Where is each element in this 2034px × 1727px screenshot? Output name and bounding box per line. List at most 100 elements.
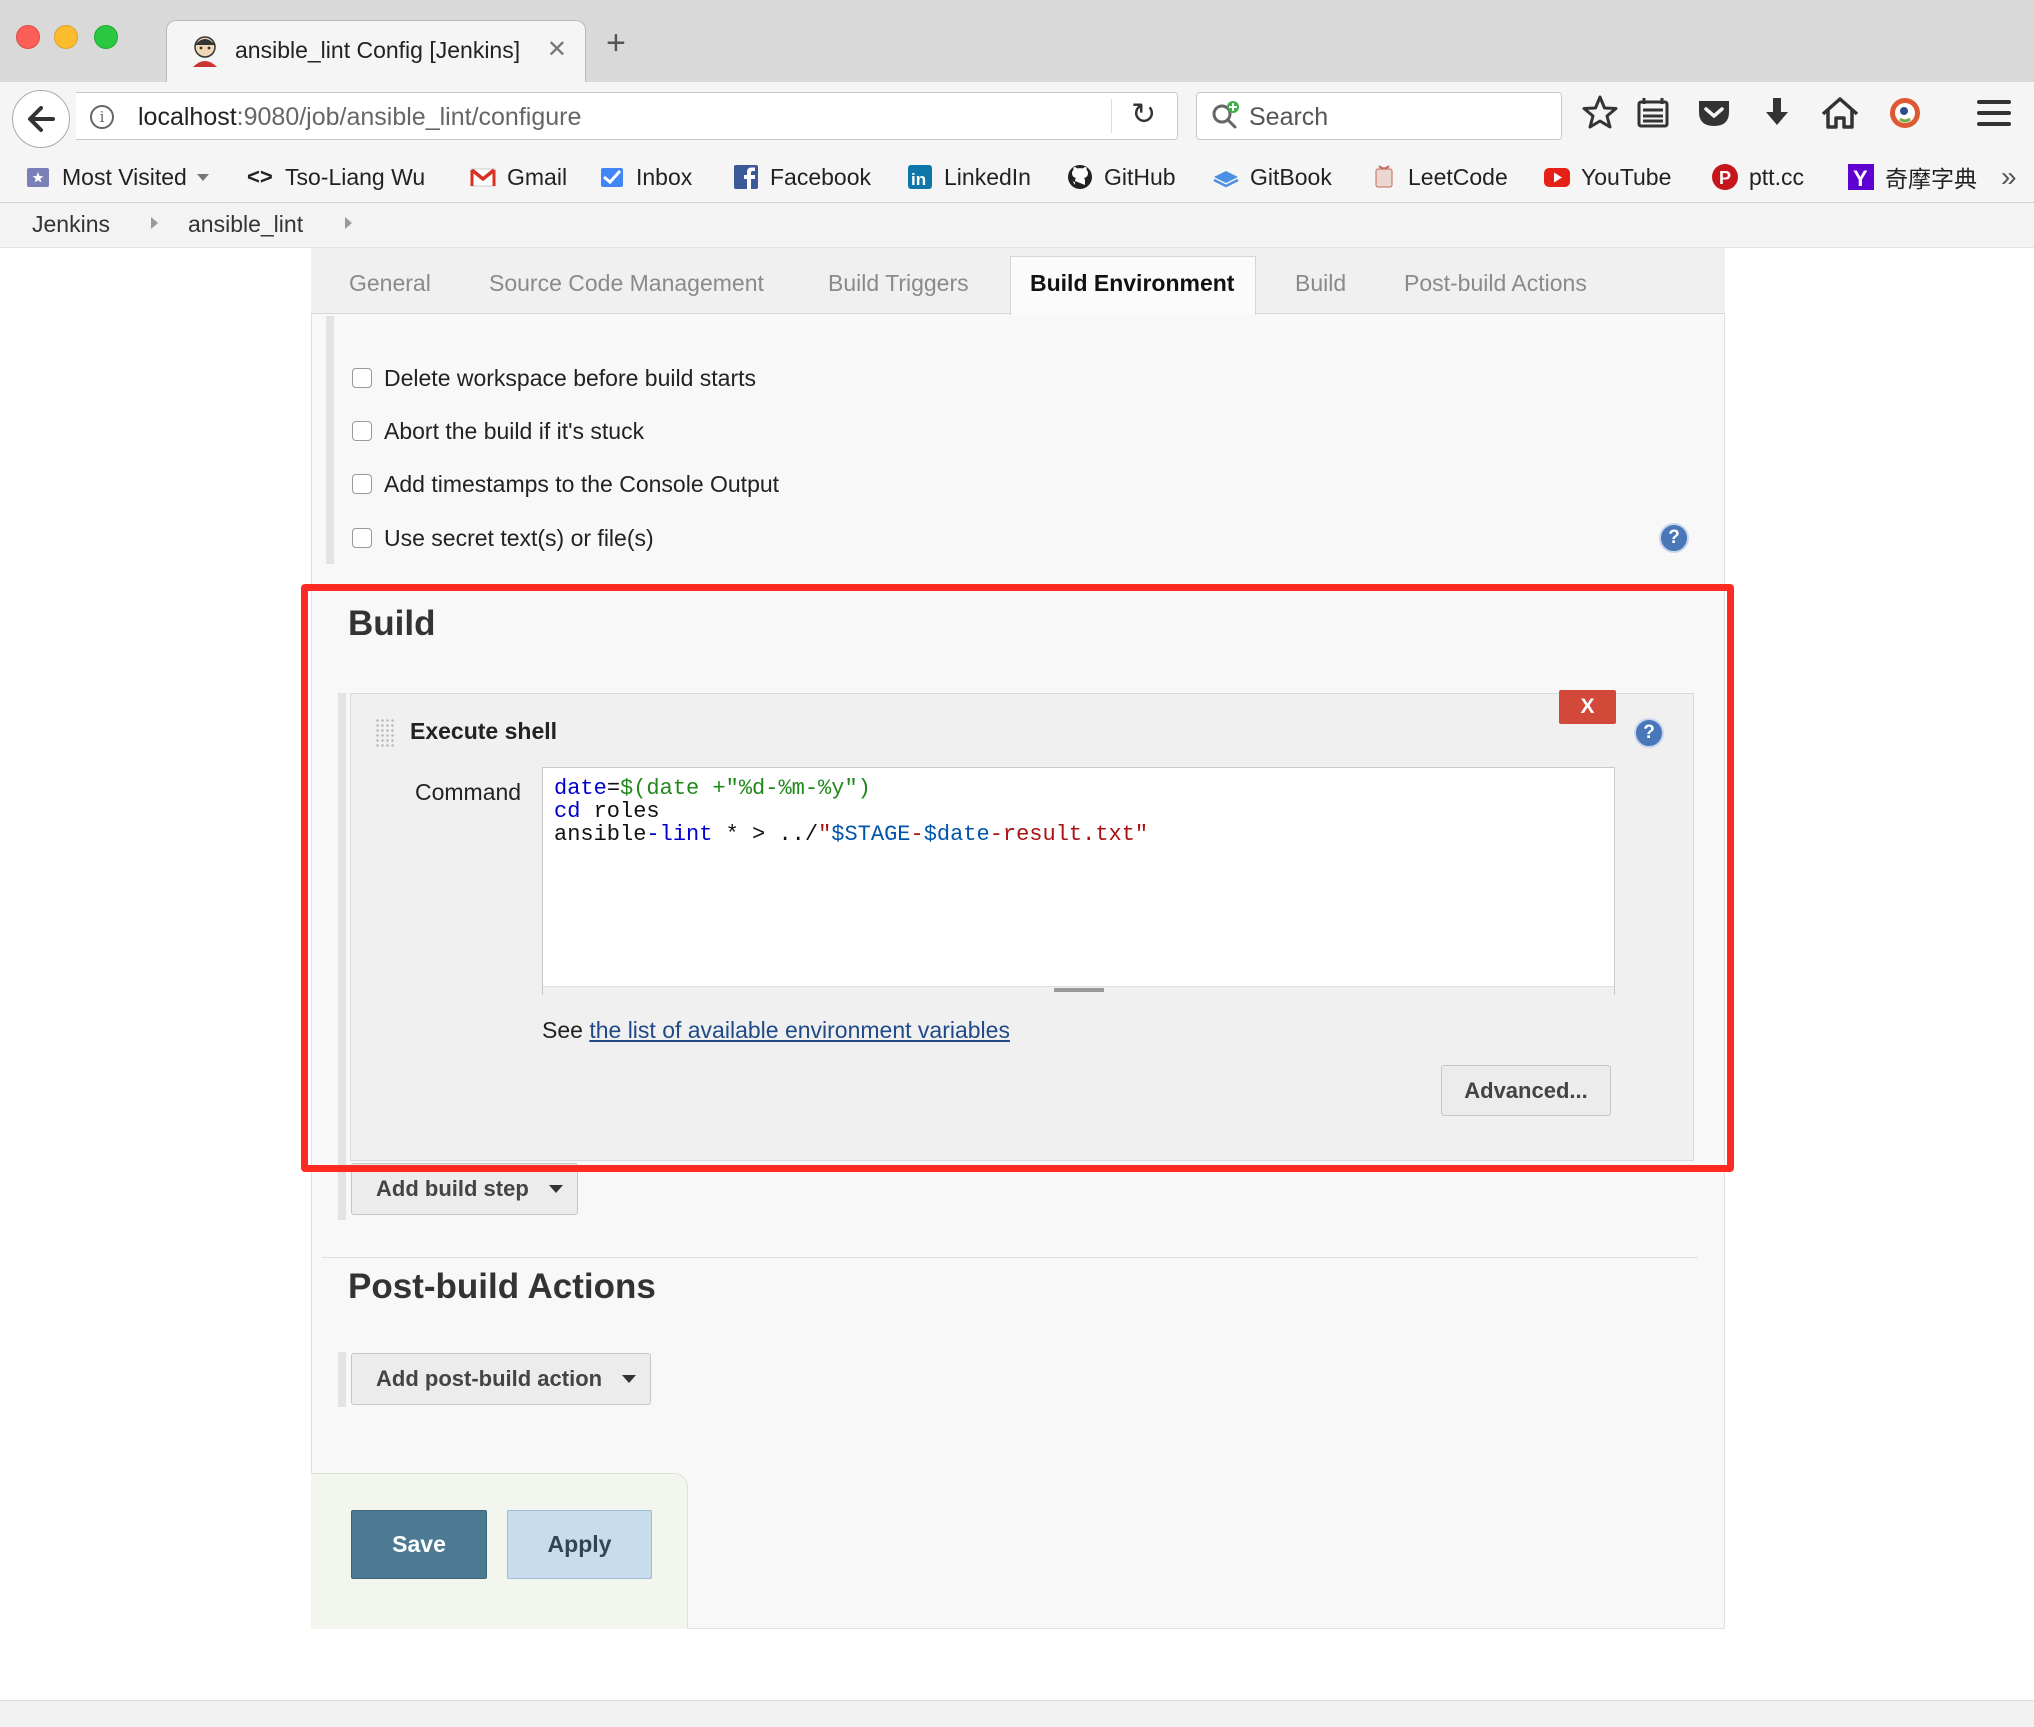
- close-window-button[interactable]: [16, 25, 40, 49]
- reading-list-icon[interactable]: [1630, 90, 1676, 136]
- add-build-step-label: Add build step: [376, 1176, 529, 1201]
- gmail-icon: [470, 168, 496, 187]
- option-delete-workspace[interactable]: Delete workspace before build starts: [352, 363, 756, 393]
- bookmark-ptt[interactable]: P ptt.cc: [1711, 160, 1804, 194]
- zoom-window-button[interactable]: [94, 25, 118, 49]
- chevron-down-icon: [622, 1375, 637, 1383]
- bookmark-gitbook[interactable]: GitBook: [1212, 160, 1332, 194]
- breadcrumb-arrow-icon[interactable]: [151, 217, 158, 229]
- option-abort-stuck[interactable]: Abort the build if it's stuck: [352, 416, 644, 446]
- facebook-icon: [734, 165, 758, 190]
- bookmark-label: LinkedIn: [944, 163, 1031, 190]
- site-info-icon[interactable]: i: [90, 105, 114, 129]
- youtube-icon: [1544, 168, 1570, 187]
- home-icon[interactable]: [1817, 90, 1863, 136]
- svg-text:in: in: [911, 170, 926, 189]
- window-titlebar: ansible_lint Config [Jenkins] ✕ +: [0, 0, 2034, 83]
- checkbox[interactable]: [352, 368, 372, 388]
- bookmark-github[interactable]: GitHub: [1066, 160, 1176, 194]
- option-add-timestamps[interactable]: Add timestamps to the Console Output: [352, 469, 779, 499]
- bookmark-inbox[interactable]: Inbox: [598, 160, 692, 194]
- github-icon: [1068, 165, 1092, 189]
- section-rule: [326, 316, 334, 564]
- search-icon: [1212, 101, 1239, 129]
- bookmark-label: Facebook: [770, 163, 872, 190]
- breadcrumb-arrow-icon[interactable]: [345, 217, 352, 229]
- checkbox[interactable]: [352, 528, 372, 548]
- option-label: Delete workspace before build starts: [384, 364, 757, 391]
- save-button[interactable]: Save: [351, 1510, 487, 1579]
- help-icon[interactable]: ?: [1659, 523, 1689, 553]
- browser-tab[interactable]: ansible_lint Config [Jenkins] ✕: [166, 20, 586, 82]
- tab-title: ansible_lint Config [Jenkins]: [235, 37, 521, 63]
- bookmark-label: GitHub: [1104, 163, 1176, 190]
- highlight-annotation: [301, 584, 1734, 1172]
- back-arrow-icon: [28, 106, 55, 132]
- bookmark-leetcode[interactable]: LeetCode: [1370, 160, 1508, 194]
- bookmark-label: LeetCode: [1408, 163, 1508, 190]
- bookmark-label: GitBook: [1250, 163, 1332, 190]
- search-bar[interactable]: Search: [1196, 92, 1562, 140]
- ptt-icon: P: [1712, 164, 1738, 190]
- gitbook-icon: [1213, 171, 1239, 188]
- inbox-icon: [601, 168, 623, 187]
- bookmark-youtube[interactable]: YouTube: [1543, 160, 1671, 194]
- breadcrumb-job[interactable]: ansible_lint: [188, 211, 303, 238]
- linkedin-icon: in: [908, 165, 932, 189]
- bookmark-label: Most Visited: [62, 163, 187, 190]
- chevron-down-icon: [548, 1185, 563, 1193]
- option-secret-text[interactable]: Use secret text(s) or file(s): [352, 523, 654, 553]
- leetcode-icon: [1375, 165, 1393, 188]
- section-divider: [322, 1257, 1698, 1258]
- option-label: Abort the build if it's stuck: [384, 417, 645, 444]
- svg-text:Y: Y: [1853, 166, 1868, 191]
- new-tab-button[interactable]: +: [606, 26, 626, 60]
- search-placeholder: Search: [1249, 103, 1329, 131]
- bookmark-yahoo-dictionary[interactable]: Y 奇摩字典: [1847, 160, 1977, 194]
- checkbox[interactable]: [352, 474, 372, 494]
- minimize-window-button[interactable]: [54, 25, 78, 49]
- bookmark-tso-liang-wu[interactable]: <> Tso-Liang Wu: [247, 160, 425, 194]
- pocket-icon[interactable]: [1691, 90, 1737, 136]
- bookmark-most-visited[interactable]: Most Visited: [24, 160, 209, 194]
- tab-build-environment[interactable]: Build Environment: [1030, 270, 1234, 297]
- bookmark-linkedin[interactable]: in LinkedIn: [906, 160, 1031, 194]
- hamburger-menu-icon[interactable]: [1971, 90, 2017, 136]
- bookmark-label: Inbox: [636, 163, 693, 190]
- post-build-rule: [338, 1352, 346, 1407]
- reload-icon[interactable]: ↻: [1131, 97, 1156, 132]
- bookmark-gmail[interactable]: Gmail: [469, 160, 567, 194]
- navigation-toolbar: i localhost:9080/job/ansible_lint/config…: [0, 82, 2034, 152]
- option-label: Add timestamps to the Console Output: [384, 470, 780, 497]
- tab-general[interactable]: General: [349, 270, 431, 297]
- breadcrumb-jenkins[interactable]: Jenkins: [32, 211, 110, 238]
- bookmarks-overflow-button[interactable]: »: [2001, 160, 2017, 194]
- tab-source-code-management[interactable]: Source Code Management: [489, 270, 764, 297]
- apply-button[interactable]: Apply: [507, 1510, 652, 1579]
- bookmark-label: YouTube: [1581, 163, 1672, 190]
- bookmarks-toolbar: Most Visited <> Tso-Liang Wu Gmail Inbox…: [0, 152, 2034, 203]
- bookmark-label: Gmail: [507, 163, 568, 190]
- bookmark-star-icon[interactable]: [1577, 90, 1623, 136]
- bookmark-label: 奇摩字典: [1885, 166, 1977, 192]
- tab-close-icon[interactable]: ✕: [547, 35, 567, 64]
- address-bar[interactable]: i localhost:9080/job/ansible_lint/config…: [76, 92, 1178, 140]
- svg-text:P: P: [1719, 168, 1731, 188]
- bookmark-label: ptt.cc: [1749, 163, 1804, 190]
- bookmark-facebook[interactable]: Facebook: [732, 160, 871, 194]
- back-button[interactable]: [12, 90, 70, 148]
- add-post-build-action-button[interactable]: Add post-build action: [351, 1353, 651, 1405]
- download-icon[interactable]: [1754, 90, 1800, 136]
- duckduckgo-icon[interactable]: [1882, 90, 1928, 136]
- tab-build-triggers[interactable]: Build Triggers: [828, 270, 969, 297]
- url-text[interactable]: localhost:9080/job/ansible_lint/configur…: [138, 103, 581, 132]
- code-brackets-icon: <>: [247, 164, 273, 189]
- jenkins-favicon-icon: [193, 36, 217, 67]
- post-build-heading: Post-build Actions: [348, 1267, 656, 1306]
- checkbox[interactable]: [352, 421, 372, 441]
- yahoo-icon: Y: [1848, 164, 1874, 191]
- tab-post-build-actions[interactable]: Post-build Actions: [1404, 270, 1587, 297]
- most-visited-icon: [27, 168, 49, 187]
- bookmark-label: Tso-Liang Wu: [285, 163, 426, 190]
- tab-build[interactable]: Build: [1295, 270, 1346, 297]
